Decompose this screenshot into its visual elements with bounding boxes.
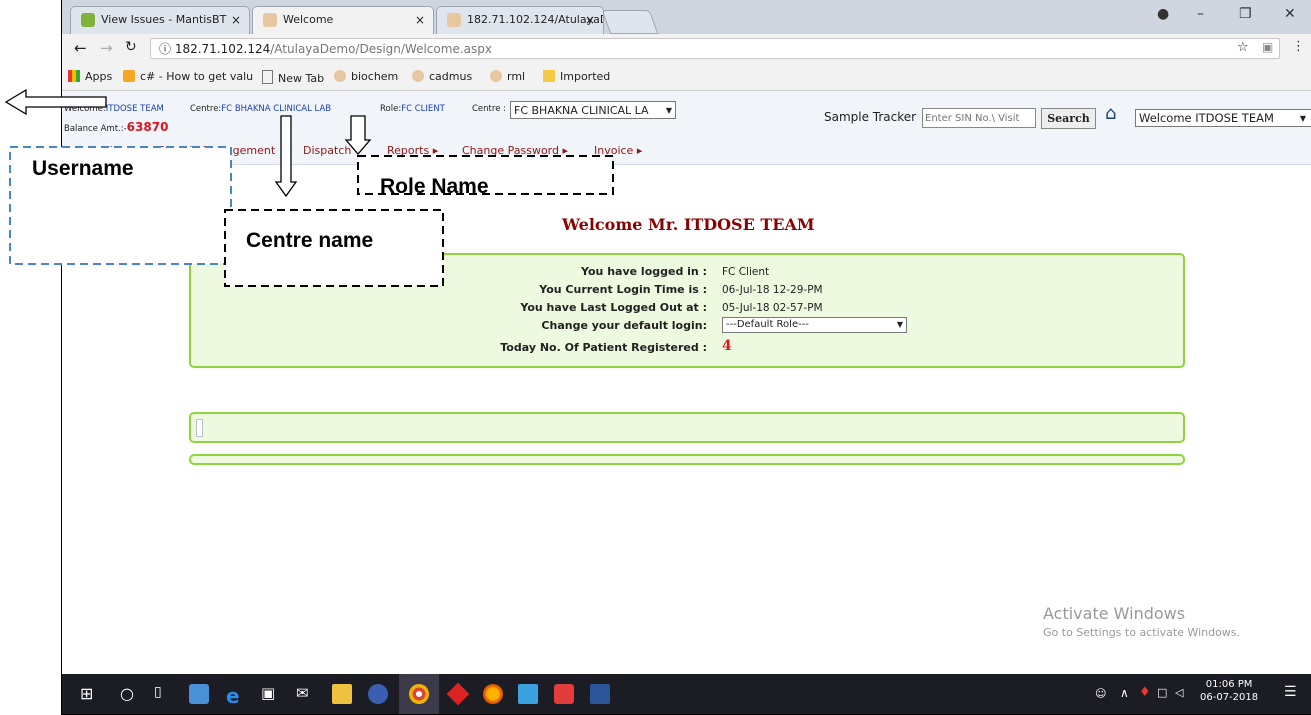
annotation-role-name: Role Name: [380, 175, 489, 198]
left-arrow-shape: [4, 88, 107, 116]
down-arrow-shape: [274, 115, 298, 198]
annotation-centre-name: Centre name: [246, 229, 374, 252]
annotation-username: Username: [32, 157, 134, 180]
down-arrow-shape: [344, 115, 372, 155]
annotation-overlay: [4, 88, 614, 287]
